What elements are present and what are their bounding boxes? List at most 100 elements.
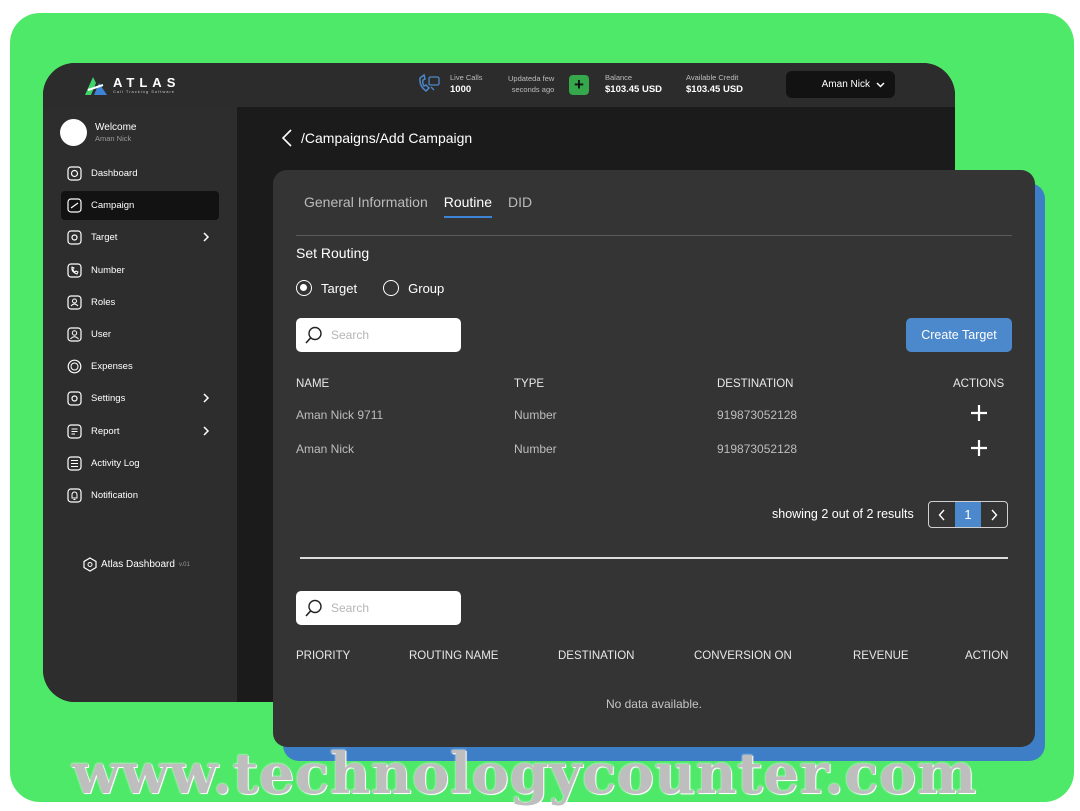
column-header-conversion-on: CONVERSION ON <box>694 650 792 662</box>
sidebar-item-dashboard[interactable]: Dashboard <box>61 159 219 188</box>
welcome-title: Welcome <box>95 121 137 133</box>
radio-option-target[interactable]: Target <box>296 280 357 296</box>
balance-label: Balance <box>605 73 633 82</box>
add-icon[interactable] <box>970 439 988 457</box>
routes-search-input[interactable] <box>331 601 451 615</box>
updated-line-1: Updateda few <box>508 74 555 83</box>
column-header-revenue: REVENUE <box>853 650 909 662</box>
sidebar-item-label: Dashboard <box>91 168 138 179</box>
sidebar-item-label: Roles <box>91 296 116 308</box>
sidebar-item-label: Target <box>91 232 118 244</box>
row-2-type: Number <box>514 442 557 456</box>
top-bar: ATLAS Call Tracking Software Live Calls … <box>43 63 955 107</box>
radio-group[interactable] <box>383 280 400 296</box>
sidebar-footer-label: Atlas Dashboard <box>101 559 175 570</box>
tab-divider <box>296 235 1012 236</box>
welcome-block: Welcome Aman Nick <box>60 119 137 146</box>
column-header-routing-name: ROUTING NAME <box>409 650 499 662</box>
sidebar-item-activity-log[interactable]: Activity Log <box>61 449 219 478</box>
sidebar-item-roles[interactable]: Roles <box>61 288 219 317</box>
next-page-button[interactable] <box>981 502 1007 527</box>
chevron-left-icon <box>938 509 945 520</box>
radio-target-label: Target <box>321 280 358 296</box>
tab-routine[interactable]: Routine <box>443 194 492 218</box>
create-target-button[interactable]: Create Target <box>906 318 1012 352</box>
credit-stat: Available Credit $103.45 USD <box>686 73 743 97</box>
column-header-type: TYPE <box>514 378 545 390</box>
tab-general-information[interactable]: General Information <box>304 194 428 218</box>
add-icon[interactable] <box>970 404 988 422</box>
gear-icon <box>67 391 82 406</box>
updated-line-2: seconds ago <box>511 85 555 94</box>
section-separator <box>300 557 1008 559</box>
row-1-name: Aman Nick 9711 <box>296 408 384 422</box>
search-icon <box>305 599 322 617</box>
sidebar: Welcome Aman Nick Dashboard Campaign Tar… <box>43 107 237 702</box>
sidebar-item-campaign[interactable]: Campaign <box>61 191 219 221</box>
credit-value: $103.45 USD <box>686 84 744 95</box>
target-search-input[interactable] <box>331 328 451 342</box>
column-header-destination: DESTINATION <box>717 378 794 390</box>
row-1-type: Number <box>514 408 557 422</box>
watermark: www.technologycounter.com <box>72 741 977 807</box>
app-version: v.01 <box>178 561 190 568</box>
user-menu-button[interactable]: Aman Nick <box>786 71 895 98</box>
balance-value: $103.45 USD <box>605 84 663 95</box>
roles-icon <box>67 295 82 310</box>
user-icon <box>67 327 82 342</box>
dashboard-icon <box>67 166 82 181</box>
live-calls-label: Live Calls <box>450 73 483 82</box>
welcome-user-name: Aman Nick <box>95 133 132 143</box>
sidebar-item-notification[interactable]: Notification <box>61 481 219 510</box>
column-header-destination: DESTINATION <box>558 650 635 662</box>
chevron-right-icon <box>203 425 210 436</box>
search-icon <box>305 326 322 344</box>
chevron-right-icon <box>203 232 210 242</box>
atlas-logo-icon <box>85 77 107 95</box>
routes-search-box <box>296 591 461 625</box>
sidebar-item-expenses[interactable]: Expenses <box>61 352 219 381</box>
phone-icon <box>67 262 82 278</box>
add-funds-button[interactable]: + <box>569 75 589 95</box>
routing-type-selector: Target Group <box>296 280 470 296</box>
radio-option-group[interactable]: Group <box>383 280 444 296</box>
hexagon-icon <box>83 557 97 572</box>
tab-did[interactable]: DID <box>508 194 532 218</box>
user-menu-name: Aman Nick <box>821 79 870 90</box>
sidebar-item-report[interactable]: Report <box>61 417 219 446</box>
brand-tagline: Call Tracking Software <box>113 88 176 94</box>
add-campaign-panel: General Information Routine DID Set Rout… <box>273 170 1035 747</box>
page-number[interactable]: 1 <box>954 502 982 527</box>
campaign-icon <box>67 198 82 213</box>
column-header-actions: ACTIONS <box>953 378 1005 390</box>
live-calls-stat: Live Calls 1000 <box>450 73 483 97</box>
balance-stat: Balance $103.45 USD <box>605 73 662 97</box>
chevron-right-icon <box>991 509 998 520</box>
back-arrow-icon[interactable] <box>281 128 293 148</box>
sidebar-item-target[interactable]: Target <box>61 223 219 252</box>
empty-state: No data available. <box>605 697 703 711</box>
section-title: Set Routing <box>296 245 370 261</box>
sidebar-item-label: User <box>91 328 112 340</box>
avatar[interactable] <box>60 119 87 146</box>
sidebar-item-user[interactable]: User <box>61 320 219 349</box>
bell-icon <box>67 488 82 503</box>
live-calls-value: 1000 <box>450 84 472 95</box>
radio-target[interactable] <box>296 280 312 296</box>
prev-page-button[interactable] <box>929 502 955 527</box>
sidebar-item-label: Report <box>91 425 120 437</box>
brand-name: ATLAS <box>113 74 181 90</box>
row-1-destination: 919873052128 <box>717 408 798 422</box>
target-icon <box>67 230 82 245</box>
activity-log-icon <box>67 456 82 471</box>
column-header-priority: PRIORITY <box>296 650 351 662</box>
sidebar-item-label: Number <box>91 264 125 276</box>
updated-status: Updateda few seconds ago <box>508 73 554 95</box>
sidebar-item-settings[interactable]: Settings <box>61 384 219 413</box>
target-search-box <box>296 318 461 352</box>
sidebar-item-label: Settings <box>91 393 126 405</box>
sidebar-item-label: Campaign <box>91 200 135 212</box>
breadcrumb-path: /Campaigns/Add Campaign <box>301 130 473 146</box>
brand-logo: ATLAS Call Tracking Software <box>83 73 180 97</box>
sidebar-item-number[interactable]: Number <box>61 256 219 285</box>
